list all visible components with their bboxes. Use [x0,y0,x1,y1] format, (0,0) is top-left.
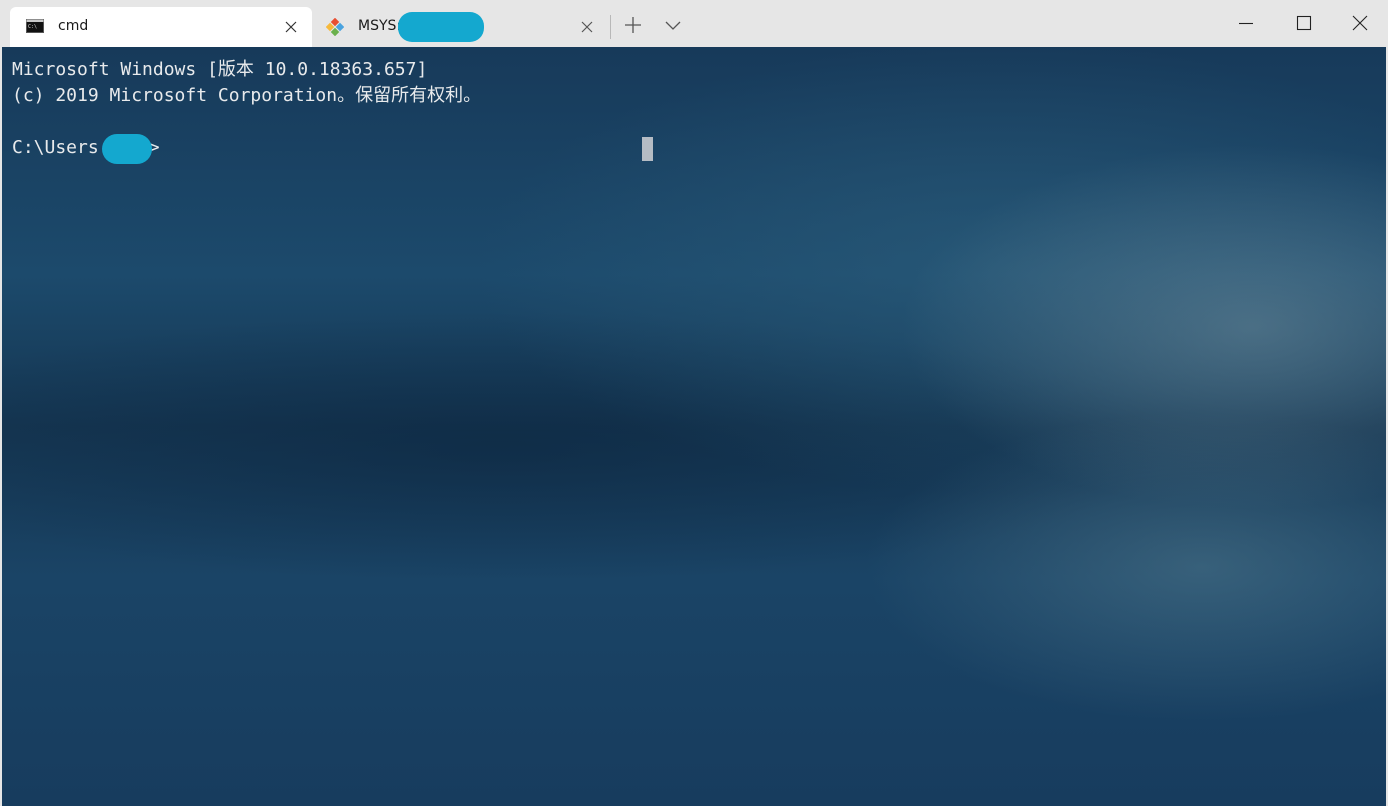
close-icon[interactable] [580,20,594,34]
terminal-window: C:\ cmd MSYS: Microsoft Windows [版本 10.0… [0,0,1388,806]
svg-text:C:\: C:\ [28,24,37,30]
tab-divider [610,15,611,39]
git-icon [325,17,345,37]
prompt-path: C:\Users [12,137,99,158]
tab-cmd[interactable]: C:\ cmd [10,7,312,47]
title-bar[interactable]: C:\ cmd MSYS: [0,0,1388,47]
minimize-button[interactable] [1218,0,1274,46]
close-icon [1352,15,1368,31]
cmd-icon: C:\ [26,19,44,33]
close-icon[interactable] [284,20,298,34]
plus-icon[interactable] [622,14,644,36]
maximize-button[interactable] [1276,0,1332,46]
terminal-line: Microsoft Windows [版本 10.0.18363.657] [12,59,428,80]
close-window-button[interactable] [1332,0,1388,46]
chevron-down-icon[interactable] [662,14,684,36]
minimize-icon [1239,22,1253,25]
redaction-mark [102,134,152,164]
tab-title: MSYS: [358,18,402,34]
tab-title: cmd [58,18,89,34]
maximize-icon [1296,15,1312,31]
terminal-output[interactable]: Microsoft Windows [版本 10.0.18363.657] (c… [2,47,1386,806]
tab-msys[interactable]: MSYS: [312,7,608,47]
redaction-mark [398,12,484,42]
terminal-line: (c) 2019 Microsoft Corporation。保留所有权利。 [12,85,482,106]
text-cursor [642,137,653,161]
